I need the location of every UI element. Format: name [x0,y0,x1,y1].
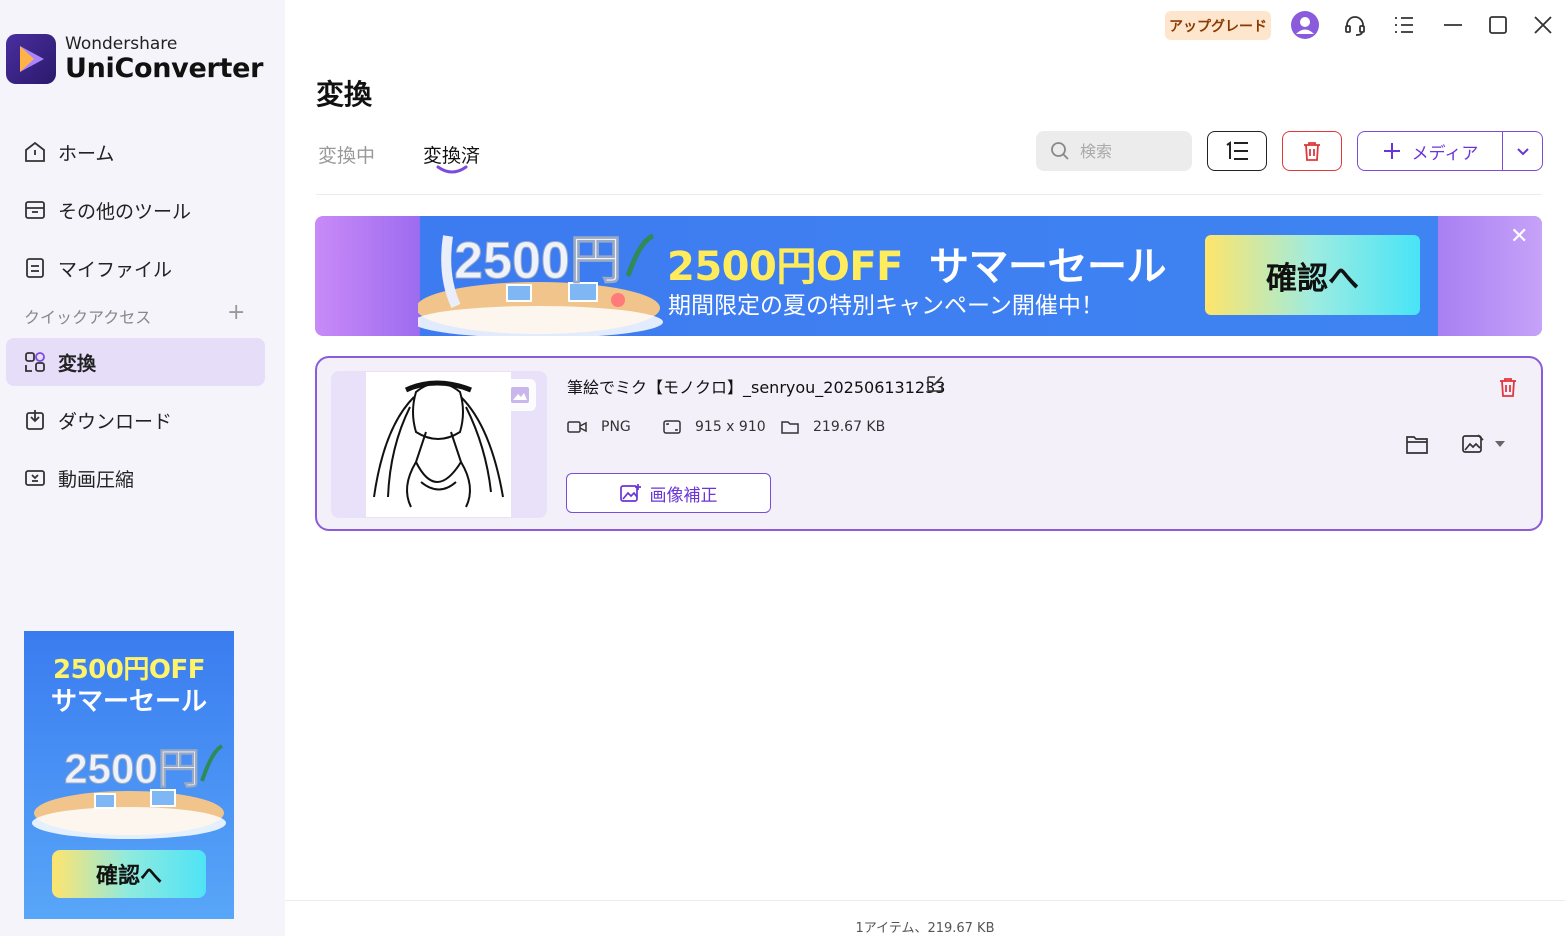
image-enhance-label: 画像補正 [649,485,718,506]
sidebar: Wondershare UniConverter ホーム その他のツール マイフ… [0,0,285,936]
sidebar-item-convert[interactable]: 変換 [6,338,265,386]
brand-company: Wondershare [65,34,178,54]
ad-subheadline: サマーセール [50,687,207,717]
support-headset-icon[interactable] [1339,9,1371,41]
convert-icon [22,349,48,375]
add-media-dropdown-button[interactable] [1502,131,1543,171]
caret-down-icon[interactable] [1494,440,1506,448]
compress-icon [22,465,48,491]
brand: Wondershare UniConverter [6,34,263,84]
toolbox-icon [22,197,48,223]
sidebar-item-label: ダウンロード [58,410,173,433]
delete-file-icon[interactable] [1497,376,1519,398]
thumbnail-image [366,372,511,517]
app-window: Wondershare UniConverter ホーム その他のツール マイフ… [0,0,1565,936]
ad-art-text: 2500円 [64,745,199,792]
search-input[interactable] [1080,141,1180,161]
file-name: 筆絵でミク【モノクロ】_senryou_202506131233 [567,378,946,397]
delete-all-button[interactable] [1282,131,1342,171]
sidebar-item-label: 変換 [58,352,97,375]
promo-banner[interactable]: 2500円 2500円OFF サマーセール 期間限定の夏の特別キャンペーン開催中！… [315,216,1542,336]
image-edit-icon[interactable] [1461,433,1485,455]
island-illustration-icon: 2500円 [32,744,226,839]
menu-list-icon[interactable] [1388,9,1420,41]
close-window-icon[interactable] [1527,9,1559,41]
uniconverter-logo-icon [6,34,56,84]
file-icon [22,255,48,281]
banner-headline: 2500円OFF サマーセール [667,234,1166,292]
chevron-down-icon [1516,148,1529,156]
header-divider [316,194,1542,195]
video-camera-icon [567,421,587,433]
banner-close-icon[interactable]: ✕ [1510,226,1528,248]
sidebar-item-label: マイファイル [58,258,173,281]
open-folder-icon[interactable] [1405,433,1429,455]
add-media-button[interactable]: メディア [1357,131,1502,171]
image-enhance-button[interactable]: 画像補正 [566,473,771,513]
file-thumbnail[interactable] [331,371,547,518]
island-illustration-icon: 2500円 [418,232,663,336]
maximize-icon[interactable] [1482,9,1514,41]
banner-art-text: 2500円 [454,232,622,290]
sidebar-item-label: その他のツール [58,200,192,223]
sidebar-item-label: 動画圧縮 [58,468,135,491]
quick-access-label: クイックアクセス [24,308,152,327]
sidebar-item-my-files[interactable]: マイファイル [6,244,265,292]
file-format-value: PNG [601,419,631,435]
minimize-icon[interactable] [1437,9,1469,41]
account-avatar-icon[interactable] [1289,9,1321,41]
sidebar-item-download[interactable]: ダウンロード [6,396,265,444]
file-format: PNG [567,419,631,435]
sidebar-item-label: ホーム [58,142,115,165]
trash-icon [1304,142,1320,161]
image-type-badge-icon [504,379,536,411]
ad-confirm-button[interactable]: 確認へ [52,850,206,898]
search-box[interactable] [1036,131,1192,171]
tab-active-indicator [436,165,468,174]
image-enhance-icon [619,484,641,502]
file-resolution-value: 915 x 910 [695,419,766,435]
sort-order-button[interactable] [1207,131,1267,171]
sidebar-item-other-tools[interactable]: その他のツール [6,186,265,234]
upgrade-button[interactable]: アップグレード [1165,11,1271,40]
file-size-value: 219.67 KB [813,419,886,435]
page-title: 変換 [316,78,373,111]
download-icon [22,407,48,433]
sidebar-ad-banner[interactable]: 2500円OFF サマーセール 2500円 確認へ [24,631,234,919]
banner-headline-sale: サマーセール [928,244,1167,290]
quick-access-add-button[interactable]: + [227,302,245,324]
resolution-icon [663,420,681,434]
banner-headline-discount: 2500円OFF [667,244,903,290]
add-media-label: メディア [1411,143,1479,164]
file-size: 219.67 KB [781,419,885,435]
status-summary: 1アイテム、219.67 KB [855,921,995,936]
brand-product: UniConverter [65,53,264,84]
rename-edit-icon[interactable] [925,374,945,394]
folder-icon [781,421,799,434]
tab-converting[interactable]: 変換中 [318,141,375,168]
status-divider [285,900,1565,901]
sidebar-item-home[interactable]: ホーム [6,128,265,176]
file-card[interactable]: 筆絵でミク【モノクロ】_senryou_202506131233 PNG 915… [315,356,1543,531]
sidebar-item-video-compress[interactable]: 動画圧縮 [6,454,265,502]
banner-confirm-button[interactable]: 確認へ [1205,235,1420,315]
home-icon [22,139,48,165]
banner-subtitle: 期間限定の夏の特別キャンペーン開催中！ [668,293,1104,319]
file-resolution: 915 x 910 [663,419,766,435]
plus-icon [1383,143,1400,159]
search-icon [1051,142,1069,160]
numbered-list-icon [1226,141,1248,160]
